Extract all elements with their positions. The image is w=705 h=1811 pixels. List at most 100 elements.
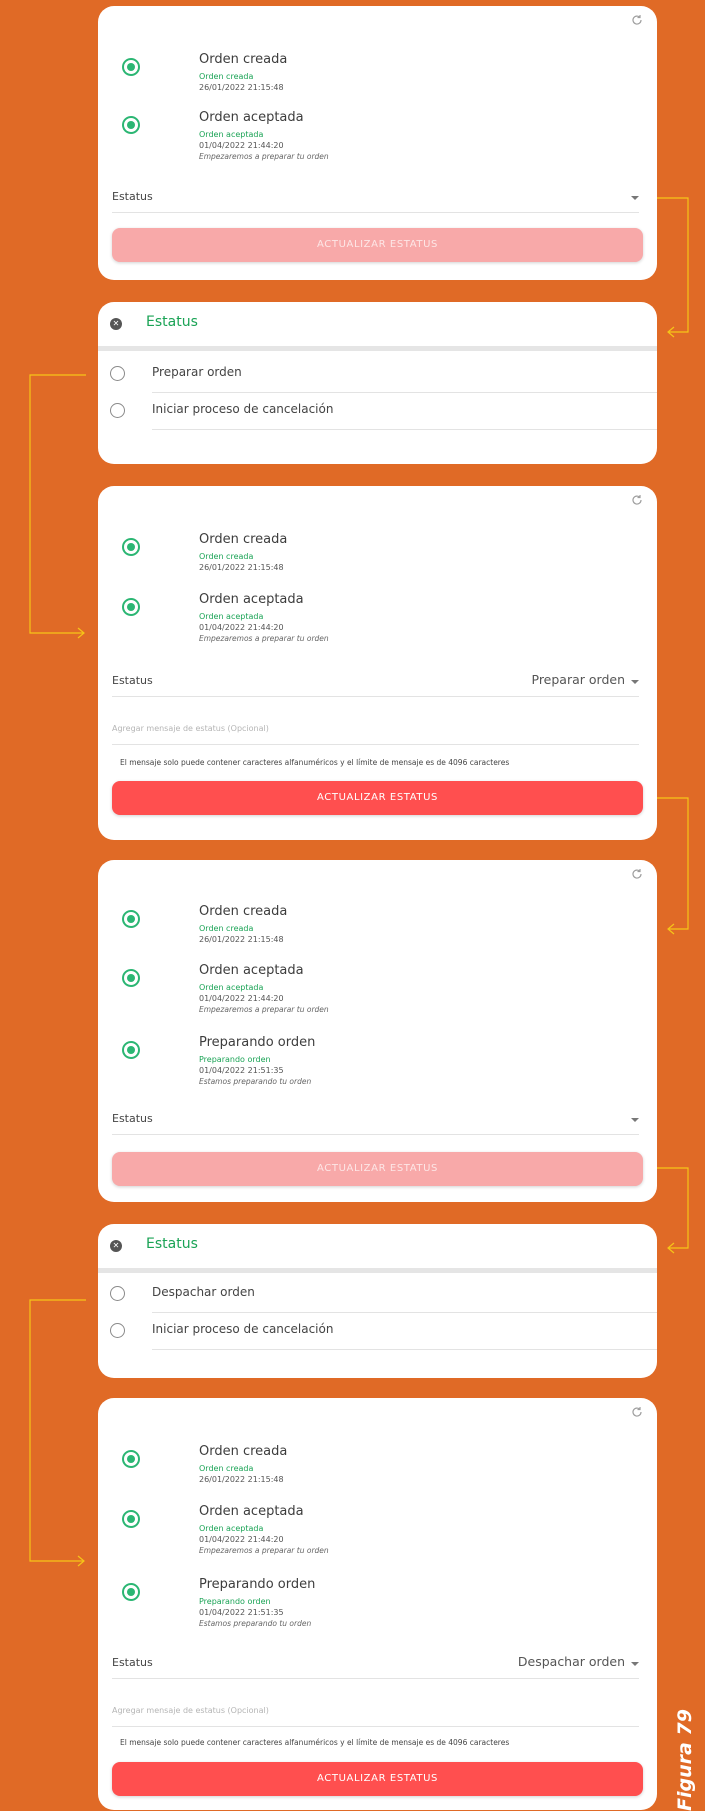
timeline-title: Orden aceptada — [199, 963, 304, 978]
timeline-title: Preparando orden — [199, 1577, 316, 1592]
timeline-title: Orden creada — [199, 1444, 288, 1459]
timeline-date: 01/04/2022 21:44:20 — [199, 994, 284, 1003]
timeline-status: Preparando orden — [199, 1597, 271, 1606]
status-select[interactable]: Estatus Preparar orden — [112, 670, 639, 697]
update-status-button[interactable]: ACTUALIZAR ESTATUS — [112, 228, 643, 262]
timeline-date: 01/04/2022 21:51:35 — [199, 1608, 284, 1617]
radio-unchecked-icon[interactable] — [110, 1323, 125, 1338]
timeline-title: Orden creada — [199, 532, 288, 547]
radio-unchecked-icon[interactable] — [110, 1286, 125, 1301]
update-status-button[interactable]: ACTUALIZAR ESTATUS — [112, 1762, 643, 1796]
status-dialog-1: ✕ Estatus Preparar orden Iniciar proceso… — [98, 302, 657, 464]
timeline-title: Orden creada — [199, 904, 288, 919]
dialog-header: ✕ Estatus — [98, 1224, 657, 1273]
status-selected-value: Preparar orden — [531, 672, 626, 687]
option-despachar-orden[interactable]: Despachar orden — [98, 1277, 657, 1313]
timeline-title: Orden creada — [199, 52, 288, 67]
figure-label: Figura 79 — [668, 1709, 702, 1811]
radio-checked-icon — [122, 969, 140, 987]
timeline-note: Estamos preparando tu orden — [199, 1619, 312, 1628]
timeline-status: Orden creada — [199, 924, 254, 933]
timeline-status: Orden aceptada — [199, 1524, 264, 1533]
timeline-note: Empezaremos a preparar tu orden — [199, 634, 329, 643]
option-label: Preparar orden — [152, 365, 242, 379]
figure-label-text: Figura 79 — [674, 1709, 696, 1811]
timeline-title: Orden aceptada — [199, 110, 304, 125]
dialog-header: ✕ Estatus — [98, 302, 657, 351]
status-label: Estatus — [112, 674, 153, 687]
dialog-title: Estatus — [146, 1236, 198, 1252]
timeline-status: Orden aceptada — [199, 983, 264, 992]
timeline-title: Preparando orden — [199, 1035, 316, 1050]
status-message-field[interactable] — [112, 1700, 639, 1727]
chevron-down-icon — [631, 1662, 639, 1666]
timeline-status: Orden aceptada — [199, 612, 264, 621]
timeline-date: 26/01/2022 21:15:48 — [199, 563, 284, 572]
timeline-date: 26/01/2022 21:15:48 — [199, 1475, 284, 1484]
option-label: Despachar orden — [152, 1285, 255, 1299]
status-message-field[interactable] — [112, 718, 639, 745]
timeline-note: Empezaremos a preparar tu orden — [199, 152, 329, 161]
order-status-card-1: Orden creada Orden creada 26/01/2022 21:… — [98, 6, 657, 280]
order-status-card-4: Orden creada Orden creada 26/01/2022 21:… — [98, 860, 657, 1202]
timeline-date: 26/01/2022 21:15:48 — [199, 83, 284, 92]
timeline-status: Orden creada — [199, 1464, 254, 1473]
radio-checked-icon — [122, 910, 140, 928]
timeline-status: Preparando orden — [199, 1055, 271, 1064]
timeline-date: 01/04/2022 21:44:20 — [199, 1535, 284, 1544]
timeline-date: 01/04/2022 21:51:35 — [199, 1066, 284, 1075]
chevron-down-icon — [631, 1118, 639, 1122]
radio-checked-icon — [122, 116, 140, 134]
option-label: Iniciar proceso de cancelación — [152, 1322, 334, 1336]
status-select[interactable]: Estatus — [112, 186, 639, 213]
chevron-down-icon — [631, 196, 639, 200]
close-icon[interactable]: ✕ — [110, 1240, 122, 1252]
message-hint: El mensaje solo puede contener caractere… — [120, 1738, 510, 1747]
timeline-title: Orden aceptada — [199, 592, 304, 607]
radio-checked-icon — [122, 1583, 140, 1601]
status-message-input[interactable] — [112, 1706, 639, 1715]
status-label: Estatus — [112, 1656, 153, 1669]
radio-checked-icon — [122, 1041, 140, 1059]
status-dialog-2: ✕ Estatus Despachar orden Iniciar proces… — [98, 1224, 657, 1378]
dialog-title: Estatus — [146, 314, 198, 330]
radio-checked-icon — [122, 538, 140, 556]
timeline-note: Estamos preparando tu orden — [199, 1077, 312, 1086]
option-iniciar-cancelacion[interactable]: Iniciar proceso de cancelación — [98, 394, 657, 430]
status-select[interactable]: Estatus — [112, 1108, 639, 1135]
radio-unchecked-icon[interactable] — [110, 403, 125, 418]
option-preparar-orden[interactable]: Preparar orden — [98, 357, 657, 393]
status-message-input[interactable] — [112, 724, 639, 733]
option-iniciar-cancelacion[interactable]: Iniciar proceso de cancelación — [98, 1314, 657, 1350]
radio-checked-icon — [122, 598, 140, 616]
timeline-date: 26/01/2022 21:15:48 — [199, 935, 284, 944]
status-label: Estatus — [112, 190, 153, 203]
close-icon[interactable]: ✕ — [110, 318, 122, 330]
message-hint: El mensaje solo puede contener caractere… — [120, 758, 510, 767]
radio-checked-icon — [122, 1510, 140, 1528]
timeline-date: 01/04/2022 21:44:20 — [199, 623, 284, 632]
status-label: Estatus — [112, 1112, 153, 1125]
timeline-date: 01/04/2022 21:44:20 — [199, 141, 284, 150]
timeline-status: Orden creada — [199, 552, 254, 561]
timeline-note: Empezaremos a preparar tu orden — [199, 1005, 329, 1014]
refresh-icon[interactable] — [631, 868, 645, 882]
timeline-title: Orden aceptada — [199, 1504, 304, 1519]
status-selected-value: Despachar orden — [517, 1654, 625, 1669]
update-status-button[interactable]: ACTUALIZAR ESTATUS — [112, 781, 643, 815]
refresh-icon[interactable] — [631, 1406, 645, 1420]
refresh-icon[interactable] — [631, 14, 645, 28]
timeline-note: Empezaremos a preparar tu orden — [199, 1546, 329, 1555]
status-select[interactable]: Estatus Despachar orden — [112, 1652, 639, 1679]
radio-unchecked-icon[interactable] — [110, 366, 125, 381]
refresh-icon[interactable] — [631, 494, 645, 508]
chevron-down-icon — [631, 680, 639, 684]
option-label: Iniciar proceso de cancelación — [152, 402, 334, 416]
update-status-button[interactable]: ACTUALIZAR ESTATUS — [112, 1152, 643, 1186]
timeline-status: Orden aceptada — [199, 130, 264, 139]
order-status-card-6: Orden creada Orden creada 26/01/2022 21:… — [98, 1398, 657, 1810]
radio-checked-icon — [122, 1450, 140, 1468]
timeline-status: Orden creada — [199, 72, 254, 81]
order-status-card-3: Orden creada Orden creada 26/01/2022 21:… — [98, 486, 657, 840]
radio-checked-icon — [122, 58, 140, 76]
